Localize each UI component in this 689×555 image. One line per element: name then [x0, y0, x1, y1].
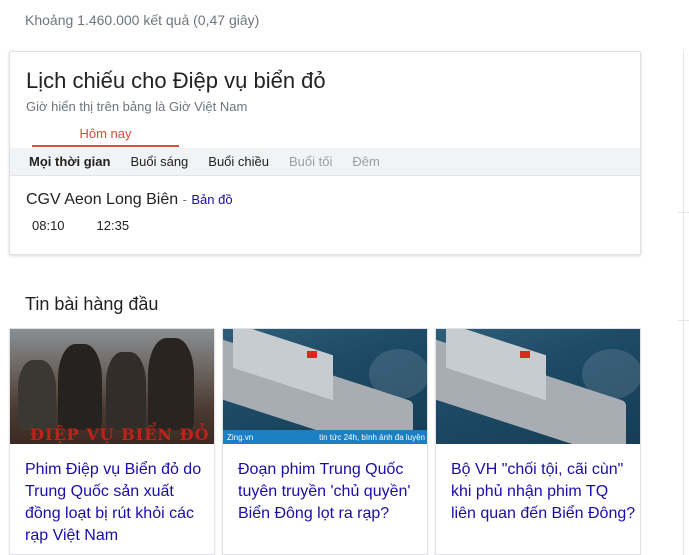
- top-stories-title: Tin bài hàng đầu: [25, 294, 159, 314]
- news-card[interactable]: ĐIỆP VỤ BIỂN ĐỎ Phim Điệp vụ Biển đỏ do …: [9, 328, 215, 555]
- filter-morning[interactable]: Buổi sáng: [130, 154, 188, 169]
- tab-today[interactable]: Hôm nay: [32, 126, 179, 147]
- divider: [678, 320, 689, 321]
- showtime-list: 08:10 12:35: [32, 218, 161, 233]
- showtime-item[interactable]: 08:10: [32, 218, 65, 233]
- news-headline[interactable]: Bộ VH "chối tội, cãi cùn" khi phủ nhận p…: [451, 459, 637, 525]
- filter-night: Đêm: [352, 154, 380, 169]
- tab-active-indicator: [32, 145, 179, 147]
- showtime-item[interactable]: 12:35: [97, 218, 130, 233]
- filter-evening: Buổi tối: [289, 154, 333, 169]
- filter-afternoon[interactable]: Buổi chiều: [208, 154, 269, 169]
- card-title: Lịch chiếu cho Điệp vụ biển đỏ: [26, 68, 326, 93]
- movie-poster-image: ĐIỆP VỤ BIỂN ĐỎ: [10, 329, 214, 444]
- theater-row: CGV Aeon Long Biên - Bản đồ: [26, 191, 233, 209]
- warship-image: [436, 329, 640, 444]
- news-headline[interactable]: Phim Điệp vụ Biển đỏ do Trung Quốc sản x…: [25, 459, 211, 547]
- zing-watermark: Zing.vn tin tức 24h, bình ảnh đa luyện: [223, 430, 427, 444]
- result-stats: Khoảng 1.460.000 kết quả (0,47 giây): [25, 12, 260, 28]
- map-link[interactable]: Bản đồ: [191, 192, 232, 207]
- right-panel-edge: [683, 51, 689, 555]
- showtimes-card: Lịch chiếu cho Điệp vụ biển đỏ Giờ hiển …: [9, 51, 641, 255]
- theater-separator: -: [182, 192, 187, 207]
- news-card[interactable]: Bộ VH "chối tội, cãi cùn" khi phủ nhận p…: [435, 328, 641, 555]
- news-headline[interactable]: Đoạn phim Trung Quốc tuyên truyền 'chủ q…: [238, 459, 424, 525]
- theater-name: CGV Aeon Long Biên: [26, 191, 179, 208]
- poster-title-text: ĐIỆP VỤ BIỂN ĐỎ: [30, 425, 210, 444]
- zing-caption: tin tức 24h, bình ảnh đa luyện: [319, 432, 425, 442]
- warship-image: Zing.vn tin tức 24h, bình ảnh đa luyện: [223, 329, 427, 444]
- filter-all-times[interactable]: Mọi thời gian: [29, 154, 110, 169]
- divider: [678, 212, 689, 213]
- card-subtitle: Giờ hiển thị trên bảng là Giờ Việt Nam: [26, 99, 248, 114]
- time-filter-bar: Mọi thời gian Buổi sáng Buổi chiều Buổi …: [10, 148, 640, 176]
- news-card[interactable]: Zing.vn tin tức 24h, bình ảnh đa luyện Đ…: [222, 328, 428, 555]
- zing-logo: Zing.vn: [227, 432, 254, 442]
